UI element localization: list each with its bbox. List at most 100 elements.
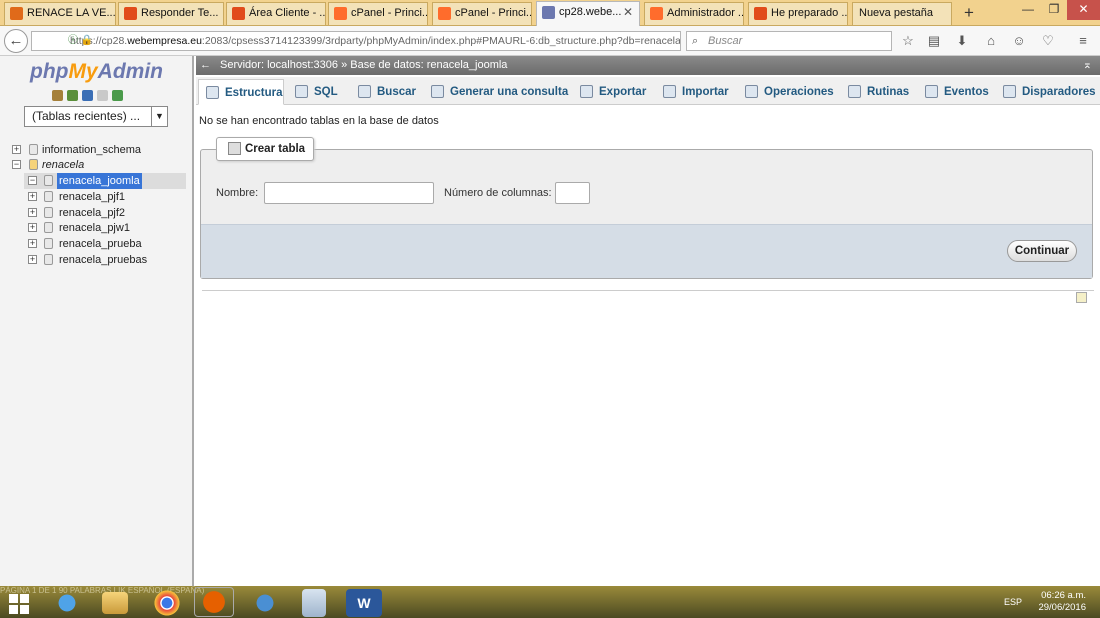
breadcrumb-database[interactable]: Base de datos: renacela_joomla	[350, 59, 507, 71]
breadcrumb: ← Servidor: localhost:3306 » Base de dat…	[196, 56, 1100, 75]
home-icon[interactable]	[52, 90, 63, 101]
continue-button[interactable]: Continuar	[1007, 240, 1077, 262]
divider	[202, 290, 1094, 291]
tab-label: Responder Te...	[141, 7, 219, 19]
tree-node-label: renacela_pjf2	[59, 207, 126, 219]
exit-icon[interactable]	[67, 90, 78, 101]
search-placeholder: Buscar	[708, 35, 743, 47]
recent-tables-select[interactable]: (Tablas recientes) ... ▼	[24, 106, 168, 127]
browser-tab-9[interactable]: Nueva pestaña	[852, 2, 952, 25]
table-name-input[interactable]	[264, 182, 434, 204]
create-table-footer	[201, 224, 1092, 278]
file-explorer-icon[interactable]	[102, 592, 128, 614]
reading-list-icon[interactable]: ▤	[924, 31, 944, 51]
reload-icon[interactable]	[112, 90, 123, 101]
collapse-sidebar-icon[interactable]: ←	[200, 56, 211, 75]
expand-icon[interactable]: +	[12, 145, 21, 154]
browser-tab-4[interactable]: cPanel - Princi...	[328, 2, 428, 25]
tree-node-renacela-pjf2[interactable]: + renacela_pjf2	[24, 205, 186, 221]
tab-estructura[interactable]: Estructura	[198, 79, 284, 105]
routines-icon	[848, 85, 861, 98]
expand-icon[interactable]: +	[28, 192, 37, 201]
database-group-icon	[29, 159, 38, 170]
browser-tab-3[interactable]: Área Cliente - ...	[226, 2, 326, 25]
download-icon[interactable]: ⬇	[952, 31, 972, 51]
docs-icon[interactable]	[97, 90, 108, 101]
expand-icon[interactable]: +	[28, 255, 37, 264]
bookmark-star-icon[interactable]: ☆	[898, 31, 918, 51]
tree-node-information-schema[interactable]: + information_schema	[0, 142, 194, 158]
tree-node-renacela-pruebas[interactable]: + renacela_pruebas	[24, 252, 186, 268]
help-icon[interactable]	[82, 90, 93, 101]
tab-disparadores[interactable]: Disparadores	[996, 79, 1098, 105]
phpmyadmin-logo[interactable]: phpMyAdmin	[30, 60, 163, 84]
browser-tab-5[interactable]: cPanel - Princi...	[432, 2, 532, 25]
chrome-icon[interactable]	[152, 589, 182, 617]
browser-tab-8[interactable]: He preparado ...	[748, 2, 848, 25]
tab-generar-consulta[interactable]: Generar una consulta	[424, 79, 568, 105]
tree-node-renacela-pjw1[interactable]: + renacela_pjw1	[24, 220, 186, 236]
tab-eventos[interactable]: Eventos	[918, 79, 989, 105]
create-table-icon	[228, 142, 241, 155]
columns-count-input[interactable]	[555, 182, 590, 204]
tab-rutinas[interactable]: Rutinas	[841, 79, 909, 105]
minimize-button[interactable]: —	[1015, 0, 1041, 20]
tab-favicon-icon	[754, 7, 767, 20]
tab-label: Buscar	[377, 86, 416, 98]
database-icon	[44, 191, 53, 202]
database-icon	[44, 238, 53, 249]
tab-importar[interactable]: Importar	[656, 79, 731, 105]
calculator-icon[interactable]	[302, 589, 326, 617]
tree-node-label: information_schema	[42, 144, 142, 156]
pocket-icon[interactable]: ♡	[1038, 31, 1058, 51]
expand-icon[interactable]: +	[28, 223, 37, 232]
tab-operaciones[interactable]: Operaciones	[738, 79, 834, 105]
expand-icon[interactable]: +	[28, 208, 37, 217]
expand-icon[interactable]: +	[28, 239, 37, 248]
word-icon[interactable]: W	[346, 589, 382, 617]
breadcrumb-server[interactable]: Servidor: localhost:3306	[220, 59, 338, 71]
app-icon[interactable]	[250, 589, 280, 617]
collapse-icon[interactable]: −	[12, 160, 21, 169]
database-tabs: Estructura SQL Buscar Generar una consul…	[196, 77, 1100, 105]
tab-favicon-icon	[10, 7, 23, 20]
chat-icon[interactable]: ☺	[1009, 31, 1029, 51]
columns-count-label: Número de columnas:	[444, 187, 552, 199]
browser-tab-2[interactable]: Responder Te...	[118, 2, 224, 25]
url-bar[interactable]: ⓘ 🔒 https://cp28.webempresa.eu:2083/cpse…	[31, 31, 681, 51]
database-icon	[29, 144, 38, 155]
table-name-label: Nombre:	[216, 187, 259, 199]
tree-node-renacela-prueba[interactable]: + renacela_prueba	[24, 236, 186, 252]
menu-icon[interactable]: ≡	[1073, 31, 1093, 51]
internet-explorer-icon[interactable]	[52, 589, 82, 617]
tab-label: cPanel - Princi...	[455, 7, 532, 19]
start-windows-icon[interactable]	[6, 589, 32, 617]
tab-sql[interactable]: SQL	[288, 79, 346, 105]
tab-favicon-icon	[232, 7, 245, 20]
query-icon	[431, 85, 444, 98]
tree-node-label: renacela_pjw1	[59, 222, 130, 234]
main-content: ← Servidor: localhost:3306 » Base de dat…	[196, 56, 1100, 586]
lock-icon: ⓘ 🔒	[68, 35, 94, 46]
close-tab-icon[interactable]: ✕	[623, 2, 633, 23]
tree-node-renacela[interactable]: − renacela	[0, 157, 194, 173]
tab-exportar[interactable]: Exportar	[573, 79, 648, 105]
scroll-top-icon[interactable]: ⌅	[1083, 56, 1092, 75]
tree-node-renacela-joomla[interactable]: − renacela_joomla	[24, 173, 186, 189]
restore-button[interactable]: ❐	[1041, 0, 1067, 20]
new-tab-button[interactable]: +	[959, 3, 979, 23]
browser-tab-7[interactable]: Administrador ...	[644, 2, 744, 25]
console-toggle-icon[interactable]	[1076, 292, 1087, 303]
browser-tab-1[interactable]: RENACE LA VE...	[4, 2, 116, 25]
language-indicator[interactable]: ESP	[1004, 597, 1022, 607]
clock[interactable]: 06:26 a.m. 29/06/2016	[1038, 590, 1086, 614]
firefox-icon[interactable]	[194, 587, 234, 617]
close-window-button[interactable]: ✕	[1067, 0, 1100, 20]
home-icon[interactable]: ⌂	[981, 31, 1001, 51]
tree-node-renacela-pjf1[interactable]: + renacela_pjf1	[24, 189, 186, 205]
back-button[interactable]: ←	[4, 29, 28, 53]
collapse-icon[interactable]: −	[28, 176, 37, 185]
browser-tab-active[interactable]: cp28.webe... ✕	[536, 1, 640, 26]
search-input[interactable]: ⌕ Buscar	[686, 31, 892, 51]
tab-buscar[interactable]: Buscar	[351, 79, 419, 105]
